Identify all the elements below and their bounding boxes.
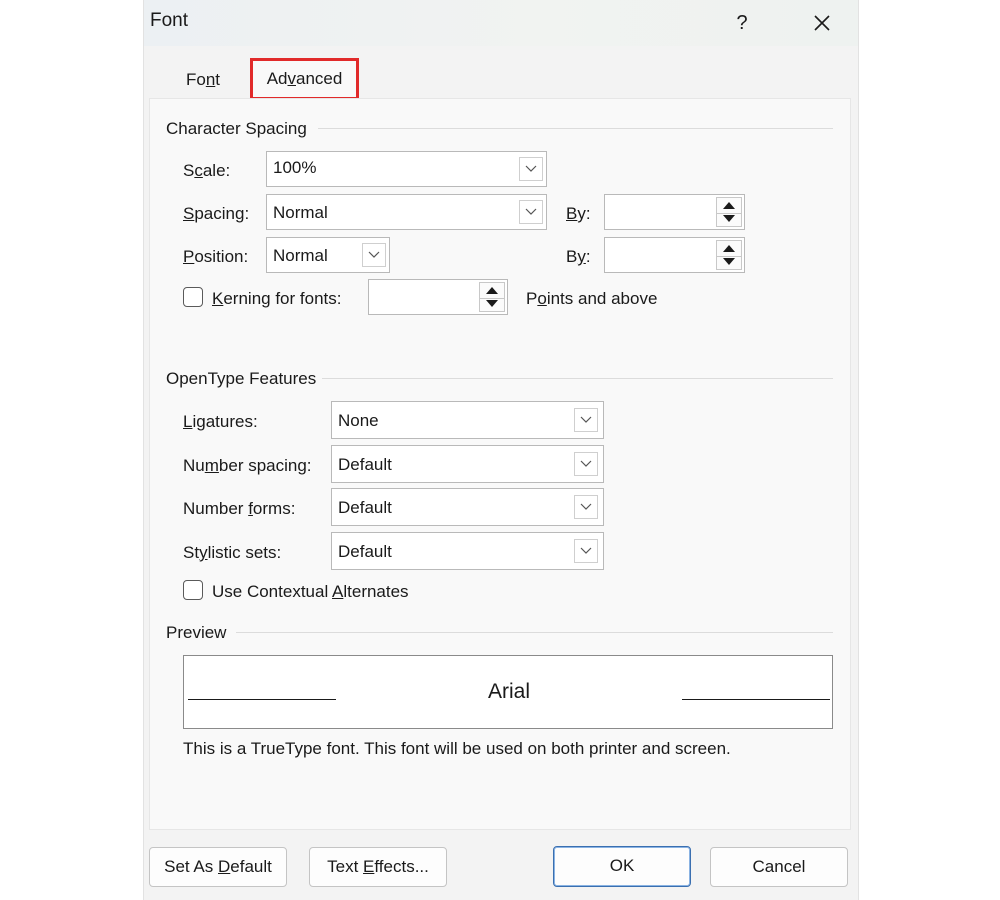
spin-down-button[interactable] bbox=[717, 254, 741, 269]
preview-sample-text: Arial bbox=[487, 680, 530, 703]
character-spacing-heading: Character Spacing bbox=[166, 119, 307, 138]
ligatures-value: None bbox=[338, 411, 379, 430]
chevron-down-icon bbox=[580, 460, 592, 467]
spinner-arrows bbox=[716, 197, 742, 227]
position-label: Position: bbox=[183, 247, 249, 266]
spacing-by-label: By: bbox=[566, 204, 591, 223]
set-as-default-button[interactable]: Set As Default bbox=[149, 847, 287, 887]
number-spacing-combobox[interactable]: Default bbox=[331, 445, 604, 483]
spacing-dropdown-button[interactable] bbox=[519, 200, 543, 224]
spacing-value: Normal bbox=[273, 203, 328, 222]
ligatures-combobox[interactable]: None bbox=[331, 401, 604, 439]
triangle-down-icon bbox=[723, 215, 735, 222]
help-button[interactable]: ? bbox=[722, 8, 762, 38]
number-forms-combobox[interactable]: Default bbox=[331, 488, 604, 526]
kerning-label: Kerning for fonts: bbox=[212, 289, 342, 308]
dialog-title: Font bbox=[150, 10, 189, 31]
tab-font-label-part: t bbox=[215, 70, 221, 89]
tab-advanced[interactable]: Advanced bbox=[250, 58, 359, 100]
chevron-down-icon bbox=[368, 251, 380, 258]
scale-combobox[interactable]: 100% bbox=[266, 151, 547, 187]
number-forms-dropdown-button[interactable] bbox=[574, 495, 598, 519]
number-spacing-dropdown-button[interactable] bbox=[574, 452, 598, 476]
kerning-points-spinner[interactable] bbox=[368, 279, 508, 315]
tab-advanced-label-part: Ad bbox=[266, 69, 288, 88]
scale-value: 100% bbox=[273, 158, 317, 177]
position-by-spinner[interactable] bbox=[604, 237, 745, 273]
tab-font[interactable]: Font bbox=[168, 62, 238, 98]
number-forms-label: Number forms: bbox=[183, 499, 296, 518]
stylistic-sets-dropdown-button[interactable] bbox=[574, 539, 598, 563]
spinner-arrows bbox=[716, 240, 742, 270]
chevron-down-icon bbox=[580, 547, 592, 554]
triangle-up-icon bbox=[723, 245, 735, 252]
chevron-down-icon bbox=[525, 208, 537, 215]
advanced-panel: Character Spacing Scale: 100% Spacing: N… bbox=[149, 98, 851, 830]
spinner-arrows bbox=[479, 282, 505, 312]
ligatures-label: Ligatures: bbox=[183, 412, 258, 431]
scale-label: Scale: bbox=[183, 161, 231, 180]
opentype-heading: OpenType Features bbox=[166, 369, 317, 388]
stylistic-sets-value: Default bbox=[338, 542, 392, 561]
contextual-alternates-label: Use Contextual Alternates bbox=[212, 582, 409, 601]
chevron-down-icon bbox=[580, 503, 592, 510]
spacing-label: Spacing: bbox=[183, 204, 250, 223]
triangle-up-icon bbox=[723, 202, 735, 209]
triangle-up-icon bbox=[486, 287, 498, 294]
preview-box: Arial bbox=[183, 655, 833, 729]
close-button[interactable] bbox=[800, 6, 844, 40]
number-spacing-label: Number spacing: bbox=[183, 456, 312, 475]
close-icon bbox=[814, 15, 830, 31]
number-spacing-value: Default bbox=[338, 455, 392, 474]
preview-heading: Preview bbox=[166, 623, 227, 642]
ligatures-dropdown-button[interactable] bbox=[574, 408, 598, 432]
triangle-down-icon bbox=[486, 300, 498, 307]
spin-down-button[interactable] bbox=[480, 296, 504, 311]
spin-down-button[interactable] bbox=[717, 211, 741, 226]
position-dropdown-button[interactable] bbox=[362, 243, 386, 267]
points-and-above-label: Points and above bbox=[526, 289, 658, 308]
font-description: This is a TrueType font. This font will … bbox=[183, 739, 731, 758]
chevron-down-icon bbox=[525, 165, 537, 172]
tab-advanced-label-mnemonic: v bbox=[287, 69, 296, 88]
position-by-label: By: bbox=[566, 247, 591, 266]
contextual-alternates-checkbox[interactable] bbox=[183, 580, 203, 600]
stylistic-sets-combobox[interactable]: Default bbox=[331, 532, 604, 570]
chevron-down-icon bbox=[580, 416, 592, 423]
spacing-by-spinner[interactable] bbox=[604, 194, 745, 230]
tab-advanced-label-part: anced bbox=[295, 69, 343, 88]
preview-underline-right bbox=[682, 699, 830, 700]
position-value: Normal bbox=[273, 246, 328, 265]
stylistic-sets-label: Stylistic sets: bbox=[183, 543, 282, 562]
group-divider bbox=[236, 632, 833, 633]
scale-dropdown-button[interactable] bbox=[519, 157, 543, 181]
position-combobox[interactable]: Normal bbox=[266, 237, 390, 273]
tab-font-label-part: Fo bbox=[185, 70, 206, 89]
text-effects-button[interactable]: Text Effects... bbox=[309, 847, 447, 887]
number-forms-value: Default bbox=[338, 498, 392, 517]
ok-button[interactable]: OK bbox=[553, 846, 691, 887]
spacing-combobox[interactable]: Normal bbox=[266, 194, 547, 230]
kerning-checkbox[interactable] bbox=[183, 287, 203, 307]
triangle-down-icon bbox=[723, 258, 735, 265]
group-divider bbox=[318, 128, 833, 129]
title-bar: Font ? bbox=[144, 0, 858, 46]
tab-font-label-mnemonic: n bbox=[205, 70, 216, 89]
font-dialog: Font ? Font Advanced Character Spacing S… bbox=[143, 0, 859, 900]
cancel-button[interactable]: Cancel bbox=[710, 847, 848, 887]
group-divider bbox=[322, 378, 833, 379]
